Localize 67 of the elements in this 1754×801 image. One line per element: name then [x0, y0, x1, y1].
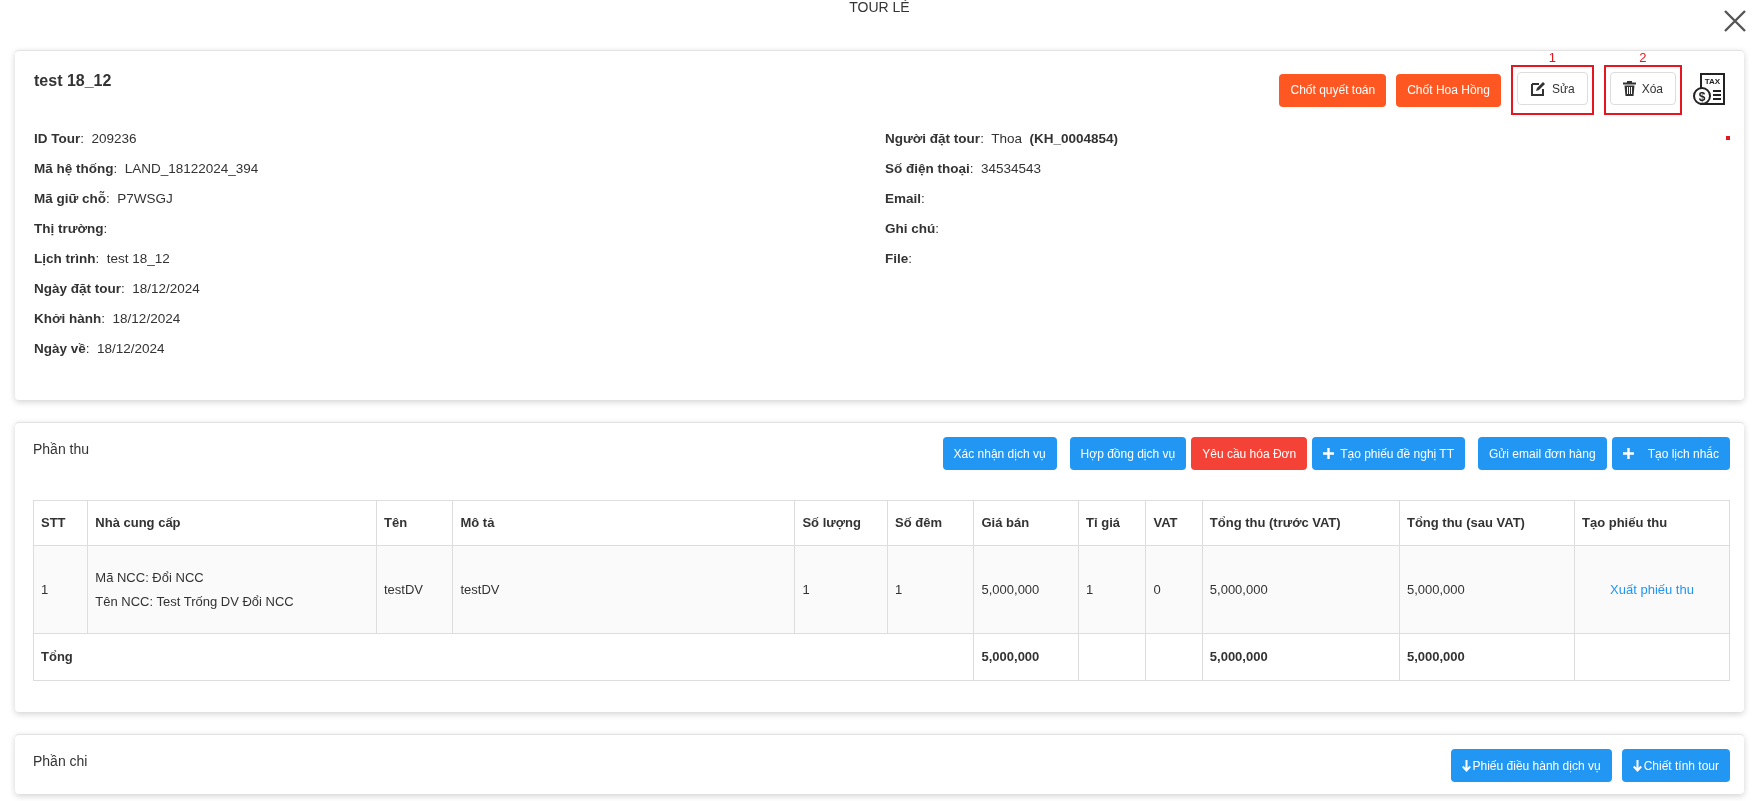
info-row-text: Thị trường: [34, 221, 109, 237]
table-cell: 5,000,000 [1202, 545, 1400, 634]
plus-icon [1622, 448, 1634, 459]
table-cell: 5,000,000 [974, 545, 1079, 634]
total-cell: 5,000,000 [974, 633, 1079, 681]
info-row-text: Ngày đặt tour: 18/12/2024 [34, 281, 201, 297]
info-row-text: ID Tour: 209236 [34, 131, 138, 147]
column-header: Nhà cung cấp [87, 500, 377, 546]
action-button[interactable]: Xác nhận dịch vụ [942, 437, 1057, 470]
info-row-text: Khởi hành: 18/12/2024 [34, 311, 182, 327]
info-row-text: Email: [885, 191, 926, 207]
action-button[interactable]: Hợp đồng dịch vụ [1069, 437, 1187, 470]
column-header: Tổng thu (trước VAT) [1202, 500, 1400, 546]
close-icon[interactable] [1722, 8, 1748, 34]
info-row-text: Ngày về: 18/12/2024 [34, 341, 166, 357]
info-row-text: Mã giữ chỗ: P7WSGJ [34, 191, 174, 207]
action-button[interactable]: Chốt Hoa Hồng [1396, 73, 1501, 107]
down-arrow-icon [1632, 759, 1642, 772]
info-row-text: File: [885, 251, 914, 267]
callout-number: 1 [1548, 51, 1556, 65]
table-cell: testDV [376, 545, 453, 634]
info-row-text: Số điện thoại: 34534543 [885, 161, 1043, 177]
plus-icon [1323, 448, 1335, 459]
info-row-text: Ghi chú: [885, 221, 940, 237]
pencil-square-icon [1529, 80, 1546, 97]
down-arrow-icon [1461, 759, 1471, 772]
dialog-title: TOUR LẺ [848, 0, 911, 17]
column-header: VAT [1146, 500, 1203, 546]
table-cell: 1 [887, 545, 974, 634]
action-button[interactable]: Tạo lịch nhắc [1611, 437, 1730, 470]
column-header: Tên [376, 500, 453, 546]
column-header: Số đêm [887, 500, 974, 546]
edit-button[interactable]: Sửa [1516, 72, 1588, 105]
export-receipt-link[interactable]: Xuất phiếu thu [1610, 581, 1694, 597]
column-header: Mô tả [452, 500, 795, 546]
action-button[interactable]: Chiết tính tour [1621, 749, 1730, 782]
column-header: STT [33, 500, 88, 546]
table-cell-text: Mã NCC: Đổi NCC [95, 569, 205, 586]
section-title: Phần thu [33, 440, 90, 459]
trash-icon [1622, 81, 1636, 96]
table-cell: 0 [1146, 545, 1203, 634]
action-button[interactable]: Tạo phiếu đề nghị TT [1312, 437, 1465, 470]
total-cell: 5,000,000 [1399, 633, 1575, 681]
table-cell: 1 [1078, 545, 1146, 634]
info-row: Người đặt tour: Thoa (KH_0004854) [885, 131, 1118, 147]
column-header: Tổng thu (sau VAT) [1399, 500, 1575, 546]
table-cell-text: Tên NCC: Test Trống DV Đổi NCC [95, 593, 295, 610]
table-cell: 5,000,000 [1399, 545, 1575, 634]
callout-number: 2 [1639, 51, 1647, 65]
action-button[interactable]: Phiếu điều hành dịch vụ [1450, 749, 1612, 782]
section-title: Phần chi [33, 752, 88, 771]
table-cell: 1 [33, 545, 88, 634]
total-label: Tổng [33, 633, 974, 681]
column-header: Tạo phiếu thu [1574, 500, 1730, 546]
tour-name: test 18_12 [34, 71, 112, 91]
action-button[interactable]: Yêu cầu hóa Đơn [1191, 437, 1308, 470]
action-button[interactable]: Gửi email đơn hàng [1478, 437, 1607, 470]
table-cell: testDV [452, 545, 795, 634]
info-row-text: Lịch trình: test 18_12 [34, 251, 171, 267]
column-header: Tỉ giá [1078, 500, 1146, 546]
action-button[interactable]: Chốt quyết toán [1279, 73, 1387, 107]
info-row-text: Mã hệ thống: LAND_18122024_394 [34, 161, 260, 177]
delete-button[interactable]: Xóa [1609, 72, 1676, 105]
column-header: Giá bán [974, 500, 1079, 546]
total-cell: 5,000,000 [1202, 633, 1400, 681]
column-header: Số lượng [794, 500, 888, 546]
table-cell: 1 [794, 545, 888, 634]
